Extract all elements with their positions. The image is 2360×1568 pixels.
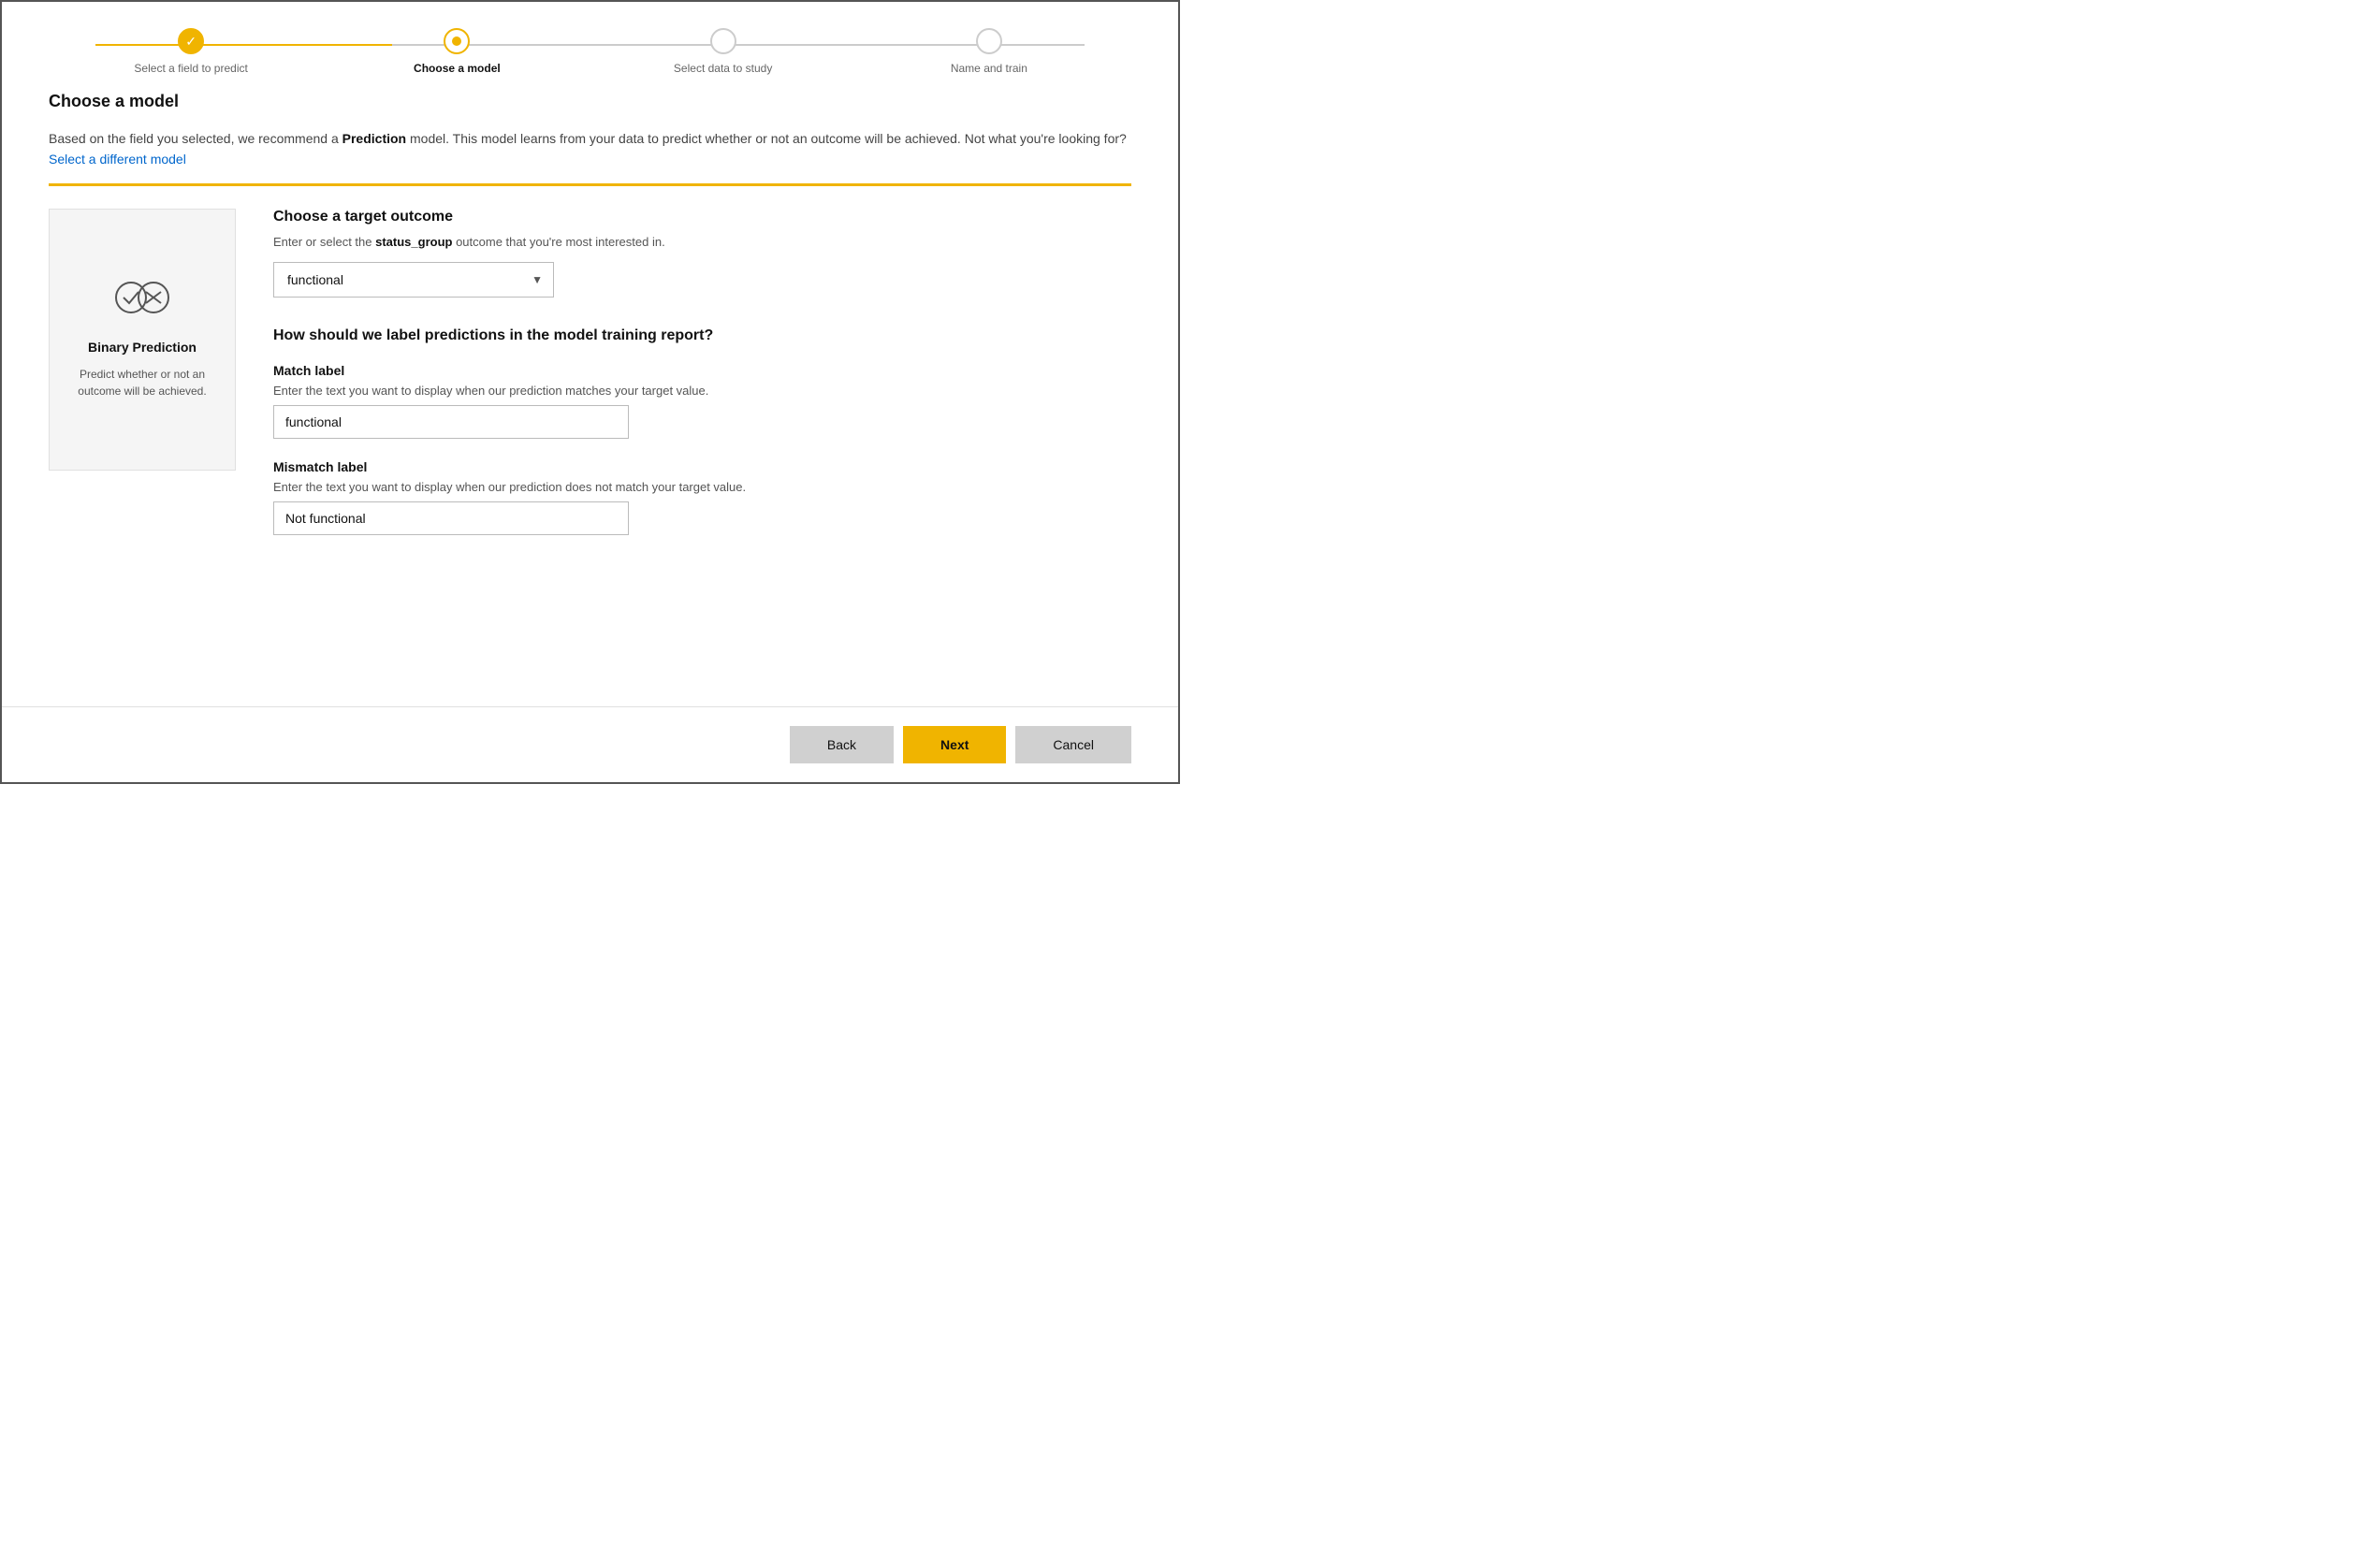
- step-2-circle: [444, 28, 470, 54]
- target-outcome-dropdown[interactable]: functional functional needs repair non f…: [273, 262, 554, 298]
- mismatch-label-help: Enter the text you want to display when …: [273, 480, 1131, 494]
- subtitle-suffix: outcome that you're most interested in.: [452, 235, 664, 249]
- match-label-help: Enter the text you want to display when …: [273, 384, 1131, 398]
- step-2: Choose a model: [324, 28, 590, 75]
- next-button[interactable]: Next: [903, 726, 1006, 763]
- rec-model-name: Prediction: [342, 131, 406, 146]
- label-section-title: How should we label predictions in the m…: [273, 327, 1131, 344]
- field-name: status_group: [375, 235, 452, 249]
- target-outcome-dropdown-wrapper: functional functional needs repair non f…: [273, 262, 554, 298]
- page-title: Choose a model: [49, 92, 1131, 111]
- step-3-label: Select data to study: [674, 62, 772, 75]
- cancel-button[interactable]: Cancel: [1015, 726, 1131, 763]
- mismatch-label-group: Mismatch label Enter the text you want t…: [273, 459, 1131, 535]
- main-layout: Binary Prediction Predict whether or not…: [49, 209, 1131, 556]
- target-outcome-subtitle: Enter or select the status_group outcome…: [273, 235, 1131, 249]
- binary-prediction-card: Binary Prediction Predict whether or not…: [49, 209, 236, 471]
- mismatch-label-input[interactable]: [273, 501, 629, 535]
- step-3: Select data to study: [590, 28, 856, 75]
- mismatch-label-title: Mismatch label: [273, 459, 1131, 474]
- step-3-circle: [710, 28, 736, 54]
- rec-middle: model. This model learns from your data …: [406, 131, 1127, 146]
- binary-card-description: Predict whether or not an outcome will b…: [68, 366, 216, 399]
- step-4-circle: [976, 28, 1002, 54]
- subtitle-prefix: Enter or select the: [273, 235, 375, 249]
- step-1-label: Select a field to predict: [134, 62, 247, 75]
- back-button[interactable]: Back: [790, 726, 894, 763]
- page-content: Choose a model Based on the field you se…: [2, 92, 1178, 556]
- match-label-input[interactable]: [273, 405, 629, 439]
- step-1-circle: ✓: [178, 28, 204, 54]
- form-area: Choose a target outcome Enter or select …: [273, 209, 1131, 556]
- match-label-group: Match label Enter the text you want to d…: [273, 363, 1131, 439]
- step-4: Name and train: [856, 28, 1122, 75]
- select-different-model-link[interactable]: Select a different model: [49, 152, 186, 167]
- recommendation-text: Based on the field you selected, we reco…: [49, 128, 1131, 170]
- binary-card-title: Binary Prediction: [88, 340, 197, 355]
- match-label-title: Match label: [273, 363, 1131, 378]
- bottom-bar: Back Next Cancel: [2, 706, 1178, 782]
- binary-icon: [114, 279, 170, 325]
- yellow-divider: [49, 183, 1131, 186]
- step-1: ✓ Select a field to predict: [58, 28, 324, 75]
- rec-prefix: Based on the field you selected, we reco…: [49, 131, 342, 146]
- step-4-label: Name and train: [951, 62, 1027, 75]
- target-outcome-title: Choose a target outcome: [273, 209, 1131, 225]
- step-2-label: Choose a model: [414, 62, 501, 75]
- stepper: ✓ Select a field to predict Choose a mod…: [2, 2, 1178, 92]
